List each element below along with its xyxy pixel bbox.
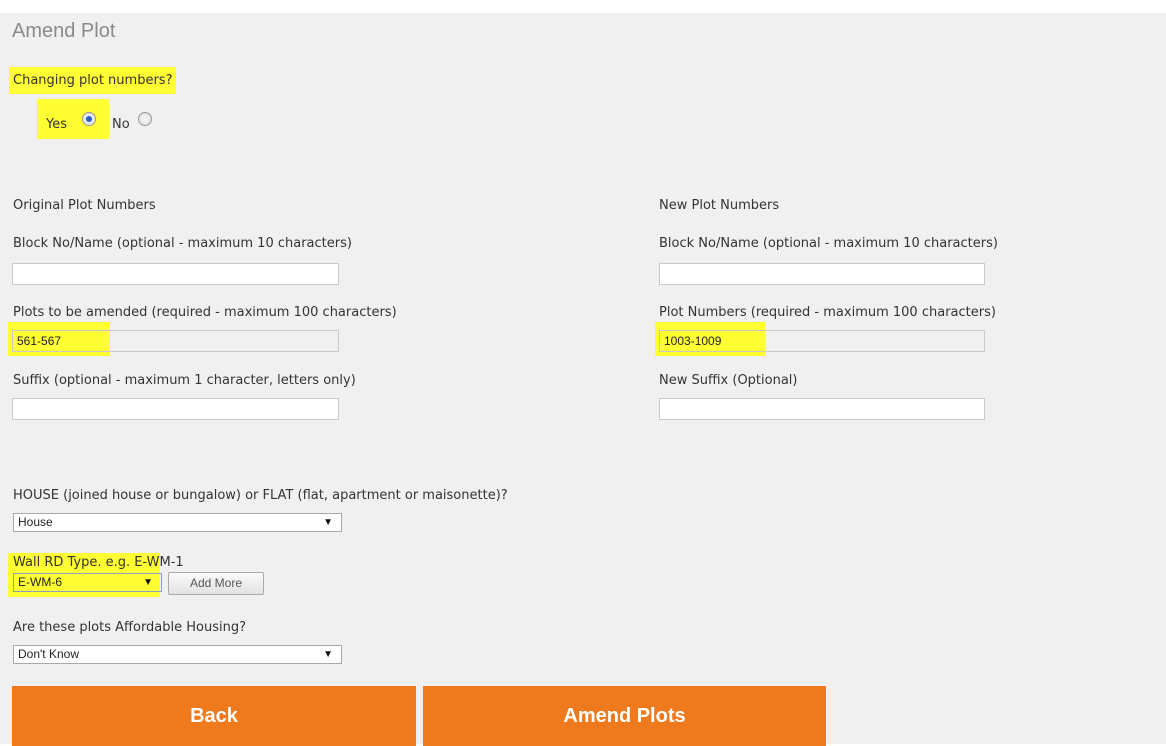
new-plots-label: Plot Numbers (required - maximum 100 cha… bbox=[659, 305, 996, 320]
no-radio[interactable] bbox=[138, 112, 152, 126]
new-suffix-input[interactable] bbox=[659, 398, 985, 420]
new-suffix-label: New Suffix (Optional) bbox=[659, 373, 798, 388]
new-plots-value: 1003-1009 bbox=[664, 334, 722, 348]
original-suffix-label: Suffix (optional - maximum 1 character, … bbox=[13, 373, 356, 388]
original-plot-numbers-heading: Original Plot Numbers bbox=[13, 198, 156, 213]
new-block-label: Block No/Name (optional - maximum 10 cha… bbox=[659, 236, 998, 251]
original-plots-input[interactable]: 561-567 bbox=[12, 330, 339, 352]
wall-type-label: Wall RD Type. e.g. E-WM-1 bbox=[13, 555, 184, 570]
original-block-input[interactable] bbox=[12, 263, 339, 285]
wall-type-selected: E-WM-6 bbox=[18, 575, 62, 589]
house-flat-select[interactable]: House ▼ bbox=[13, 513, 342, 532]
chevron-down-icon: ▼ bbox=[143, 577, 153, 588]
affordable-housing-selected: Don't Know bbox=[18, 647, 79, 661]
original-plots-value: 561-567 bbox=[17, 334, 62, 348]
no-label: No bbox=[112, 117, 130, 132]
original-block-label: Block No/Name (optional - maximum 10 cha… bbox=[13, 236, 352, 251]
amend-plots-button[interactable]: Amend Plots bbox=[423, 686, 826, 746]
yes-radio[interactable] bbox=[82, 112, 96, 126]
house-flat-selected: House bbox=[18, 515, 53, 529]
new-block-input[interactable] bbox=[659, 263, 985, 285]
house-flat-label: HOUSE (joined house or bungalow) or FLAT… bbox=[13, 488, 508, 503]
add-more-button[interactable]: Add More bbox=[168, 572, 264, 595]
new-plots-input[interactable]: 1003-1009 bbox=[659, 330, 985, 352]
original-plots-label: Plots to be amended (required - maximum … bbox=[13, 305, 397, 320]
affordable-housing-select[interactable]: Don't Know ▼ bbox=[13, 645, 342, 664]
chevron-down-icon: ▼ bbox=[323, 649, 333, 660]
page-title: Amend Plot bbox=[12, 20, 116, 42]
changing-plot-numbers-label: Changing plot numbers? bbox=[9, 67, 177, 94]
back-button[interactable]: Back bbox=[12, 686, 416, 746]
original-suffix-input[interactable] bbox=[12, 398, 339, 420]
wall-type-select[interactable]: E-WM-6 ▼ bbox=[13, 573, 162, 592]
chevron-down-icon: ▼ bbox=[323, 517, 333, 528]
new-plot-numbers-heading: New Plot Numbers bbox=[659, 198, 780, 213]
yes-label: Yes bbox=[46, 117, 67, 132]
affordable-housing-label: Are these plots Affordable Housing? bbox=[13, 620, 247, 635]
